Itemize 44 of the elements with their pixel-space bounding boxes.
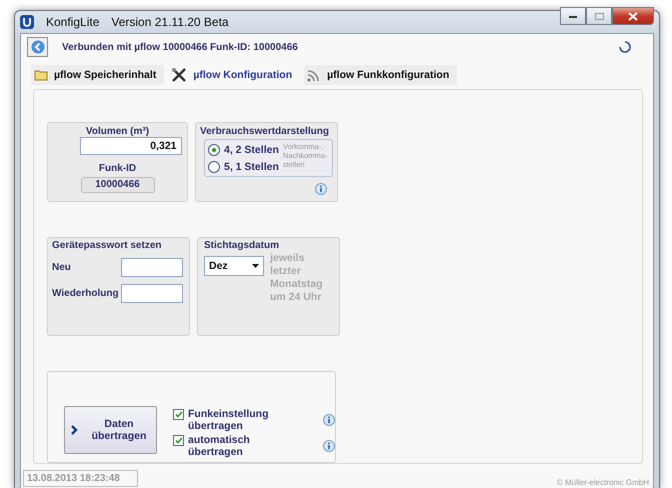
- funk-id-value: 10000466: [80, 177, 154, 193]
- password-field[interactable]: [121, 284, 183, 303]
- minimize-icon: [569, 14, 577, 18]
- copyright-text: © Müller-electronic GmbH: [556, 478, 649, 487]
- password-title: Gerätepasswort setzen: [52, 240, 162, 251]
- field-label: Wiederholung: [52, 288, 120, 299]
- checkmark-icon: [174, 411, 182, 418]
- transfer-data-button[interactable]: Daten übertragen: [64, 406, 157, 454]
- volume-title: Volumen (m³): [86, 126, 150, 137]
- connection-status: Verbunden mit µflow 10000466 Funk-ID: 10000466: [62, 42, 298, 52]
- radio-option[interactable]: 4, 2 Stellen: [208, 142, 279, 157]
- funk-id-label: Funk-ID: [98, 163, 136, 174]
- close-button[interactable]: [612, 7, 654, 25]
- info-icon[interactable]: [323, 440, 335, 452]
- window-title: KonfigLite: [46, 15, 100, 29]
- version-label: Version 21.11.20 Beta: [111, 15, 229, 29]
- caret-icon: [252, 264, 259, 268]
- deadline-note: jeweils letzter Monatstag um 24 Uhr: [270, 252, 324, 304]
- checkbox-option[interactable]: automatisch übertragen: [173, 434, 313, 458]
- close-icon: [628, 12, 638, 20]
- minimize-button[interactable]: [560, 7, 586, 25]
- tab[interactable]: µflow Speicherinhalt: [31, 65, 164, 85]
- wireless-icon: [307, 68, 322, 82]
- display-title: Verbrauchswertdarstellung: [200, 126, 330, 137]
- maximize-button[interactable]: [586, 7, 612, 25]
- password-field[interactable]: [121, 258, 183, 277]
- field-label: Neu: [52, 262, 72, 273]
- tools-icon: [171, 67, 188, 83]
- back-button[interactable]: [27, 37, 48, 57]
- checkmark-icon: [174, 437, 182, 444]
- tab[interactable]: µflow Funkkonfiguration: [304, 65, 458, 85]
- info-icon[interactable]: [315, 183, 327, 195]
- volume-field[interactable]: 0,321: [80, 137, 182, 155]
- chevron-icon: [71, 425, 78, 435]
- maximize-icon: [594, 12, 604, 20]
- tab[interactable]: µflow Konfiguration: [168, 65, 300, 85]
- radio-option[interactable]: 5, 1 Stellen: [208, 159, 279, 174]
- folder-icon: [34, 69, 48, 81]
- timestamp-field: 13.08.2013 18:23:48: [23, 470, 138, 487]
- app-logo-icon: [20, 15, 34, 29]
- loading-spinner-icon: [619, 41, 631, 53]
- month-dropdown[interactable]: Dez: [204, 256, 264, 276]
- deadline-title: Stichtagsdatum: [204, 240, 280, 251]
- info-icon[interactable]: [323, 414, 335, 426]
